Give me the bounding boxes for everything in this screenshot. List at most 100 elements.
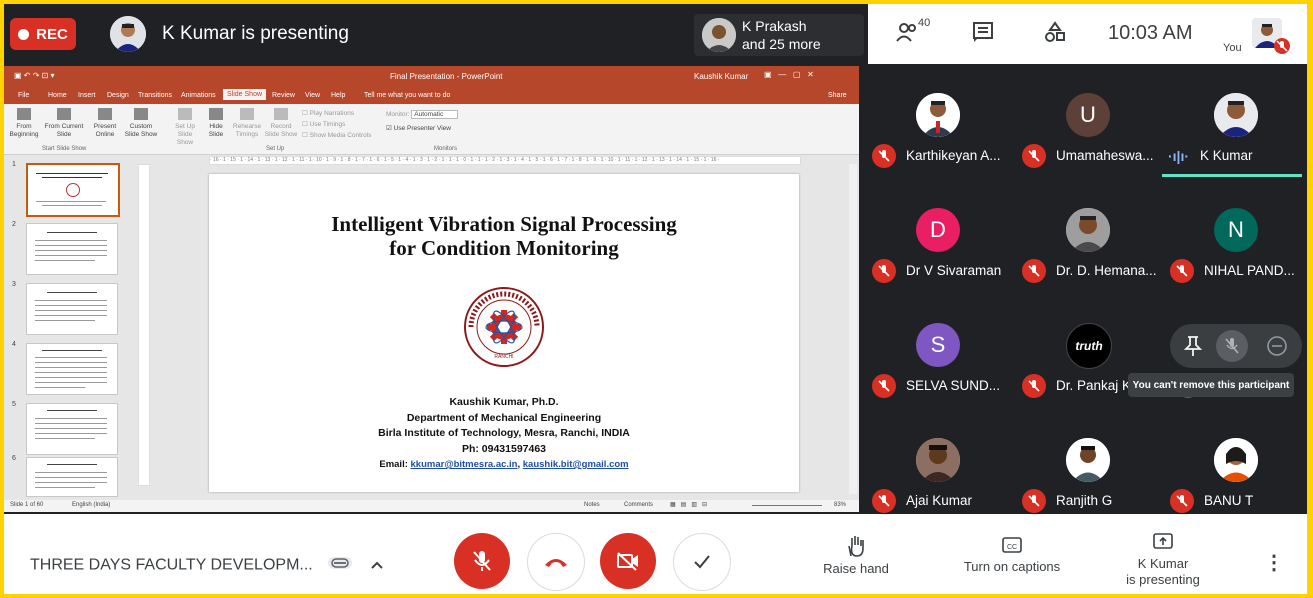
check-button[interactable] (673, 533, 731, 591)
present-online-button[interactable]: Present Online (88, 108, 122, 139)
zoom-slider[interactable] (752, 505, 822, 506)
group-label: Start Slide Show (42, 146, 87, 152)
participant-avatar: D (916, 208, 960, 252)
slide-scrollbar[interactable] (849, 164, 857, 494)
monitor-select[interactable]: Automatic (411, 110, 459, 119)
slide-title: Intelligent Vibration Signal Processing … (209, 212, 799, 260)
record-button[interactable]: Record Slide Show (264, 108, 298, 139)
bottom-bar: THREE DAYS FACULTY DEVELOPM... Raise han… (4, 514, 1307, 594)
participant-tile[interactable]: Dr. D. Hemana... (1014, 181, 1162, 293)
participant-name: Dr. Pankaj K (1056, 378, 1132, 393)
view-buttons[interactable]: ▦ ▤ ▥ ⊟ (670, 501, 707, 508)
custom-show-label: Custom Slide Show (124, 123, 158, 138)
slide-author-block: Kaushik Kumar, Ph.D. Department of Mecha… (209, 395, 799, 473)
slide-thumbnail[interactable] (26, 343, 118, 395)
menu-file[interactable]: File (18, 92, 29, 99)
setup-options: ☐ Play Narrations ☐ Use Timings ☐ Show M… (302, 108, 372, 141)
rehearse-button[interactable]: Rehearse Timings (232, 108, 262, 139)
from-beginning-label: From Beginning (9, 123, 39, 138)
chat-button[interactable] (972, 21, 994, 49)
remove-participant-button[interactable] (1266, 335, 1288, 362)
presenter-title: K Kumar is presenting (162, 23, 349, 44)
email-link-1[interactable]: kkumar@bitmesra.ac.in (411, 459, 518, 470)
captions-label: Turn on captions (963, 559, 1061, 574)
menu-slide-show[interactable]: Slide Show (223, 89, 267, 100)
slide-institute: Birla Institute of Technology, Mesra, Ra… (378, 427, 630, 439)
menu-view[interactable]: View (305, 92, 320, 99)
monitor-label: Monitor: (386, 111, 410, 118)
menu-design[interactable]: Design (107, 92, 129, 99)
mic-off-icon (1022, 259, 1046, 283)
ppt-ribbon: From Beginning From Current Slide Presen… (4, 104, 859, 155)
meeting-details[interactable]: THREE DAYS FACULTY DEVELOPM... (30, 554, 384, 577)
participant-tile[interactable]: BANU T (1162, 411, 1307, 523)
slide-thumbnail[interactable] (26, 223, 118, 275)
menu-review[interactable]: Review (272, 92, 295, 99)
vertical-ruler (138, 164, 150, 486)
play-narrations-checkbox[interactable]: ☐ Play Narrations (302, 108, 372, 119)
menu-insert[interactable]: Insert (78, 92, 96, 99)
participant-tile[interactable]: Karthikeyan A... (864, 66, 1012, 178)
more-options-button[interactable]: ⋮ (1264, 550, 1284, 575)
mic-off-icon (473, 551, 491, 571)
mic-toggle-button[interactable] (454, 533, 510, 589)
participant-avatar (916, 93, 960, 137)
menu-help[interactable]: Help (331, 92, 345, 99)
record-dot-icon (18, 28, 30, 40)
slide-thumbnails: 1 2 3 4 5 6 (4, 155, 124, 500)
recording-label: REC (36, 25, 68, 43)
menu-transitions[interactable]: Transitions (138, 92, 172, 99)
share-button[interactable]: Share (828, 92, 847, 99)
slide-thumbnail[interactable] (26, 403, 118, 455)
activities-button[interactable] (1044, 21, 1066, 49)
participant-tile[interactable]: Ajai Kumar (864, 411, 1012, 523)
hide-slide-button[interactable]: Hide Slide (204, 108, 228, 139)
participant-tile[interactable]: N NIHAL PAND... (1162, 181, 1307, 293)
person-photo-icon (1214, 438, 1258, 482)
participant-tile[interactable]: Ranjith G (1014, 411, 1162, 523)
presentation-button[interactable]: K Kumar is presenting (1116, 532, 1210, 588)
participant-hover-controls (1170, 324, 1302, 368)
chat-icon (973, 22, 993, 42)
chevron-up-icon[interactable] (370, 557, 384, 575)
ppt-status-bar: Slide 1 of 60 English (India) Notes Comm… (4, 500, 859, 512)
mic-off-icon (1022, 144, 1046, 168)
participant-tile-active[interactable]: ·ı|ı· K Kumar (1162, 66, 1307, 178)
slide-thumbnail[interactable] (26, 457, 118, 497)
pin-button[interactable] (1182, 334, 1204, 363)
hang-up-icon (545, 559, 567, 567)
raise-hand-button[interactable]: Raise hand (816, 534, 896, 576)
slide-thumbnail[interactable] (26, 163, 120, 217)
menu-animations[interactable]: Animations (181, 92, 216, 99)
participant-name: SELVA SUND... (906, 378, 1001, 393)
from-beginning-button[interactable]: From Beginning (8, 108, 40, 139)
email-label: Email: (379, 459, 408, 470)
email-link-2[interactable]: kaushik.bit@gmail.com (523, 459, 629, 470)
record-icon (274, 108, 288, 120)
participant-tile[interactable]: S SELVA SUND... (864, 296, 1012, 408)
participant-name: Ranjith G (1056, 493, 1113, 508)
leave-call-button[interactable] (527, 533, 585, 591)
notes-button[interactable]: Notes (584, 502, 600, 508)
top-bar: REC K Kumar is presenting K Prakash and … (4, 4, 1307, 64)
captions-button[interactable]: CC Turn on captions (954, 534, 1070, 574)
tell-me-search[interactable]: Tell me what you want to do (364, 92, 450, 99)
custom-show-button[interactable]: Custom Slide Show (122, 108, 160, 139)
comments-button[interactable]: Comments (624, 502, 653, 508)
use-timings-checkbox[interactable]: ☐ Use Timings (302, 119, 372, 130)
mute-participant-button[interactable] (1216, 330, 1248, 362)
menu-home[interactable]: Home (48, 92, 67, 99)
current-slide: Intelligent Vibration Signal Processing … (209, 174, 799, 492)
participant-tile[interactable]: U Umamaheswa... (1014, 66, 1162, 178)
from-current-button[interactable]: From Current Slide (44, 108, 84, 139)
other-participants-chip[interactable]: K Prakash and 25 more (694, 14, 864, 56)
show-media-checkbox[interactable]: ☐ Show Media Controls (302, 130, 372, 141)
people-button[interactable]: 40 (896, 17, 930, 49)
slide-thumbnail[interactable] (26, 283, 118, 335)
camera-toggle-button[interactable] (600, 533, 656, 589)
presenter-view-checkbox[interactable]: ☑ Use Presenter View (386, 122, 506, 136)
setup-show-button[interactable]: Set Up Slide Show (170, 108, 200, 147)
rehearse-label: Rehearse Timings (232, 123, 262, 138)
participant-tile[interactable]: D Dr V Sivaraman (864, 181, 1012, 293)
shared-screen: ▣ ↶ ↷ ⊡ ▾ Final Presentation - PowerPoin… (4, 66, 859, 512)
